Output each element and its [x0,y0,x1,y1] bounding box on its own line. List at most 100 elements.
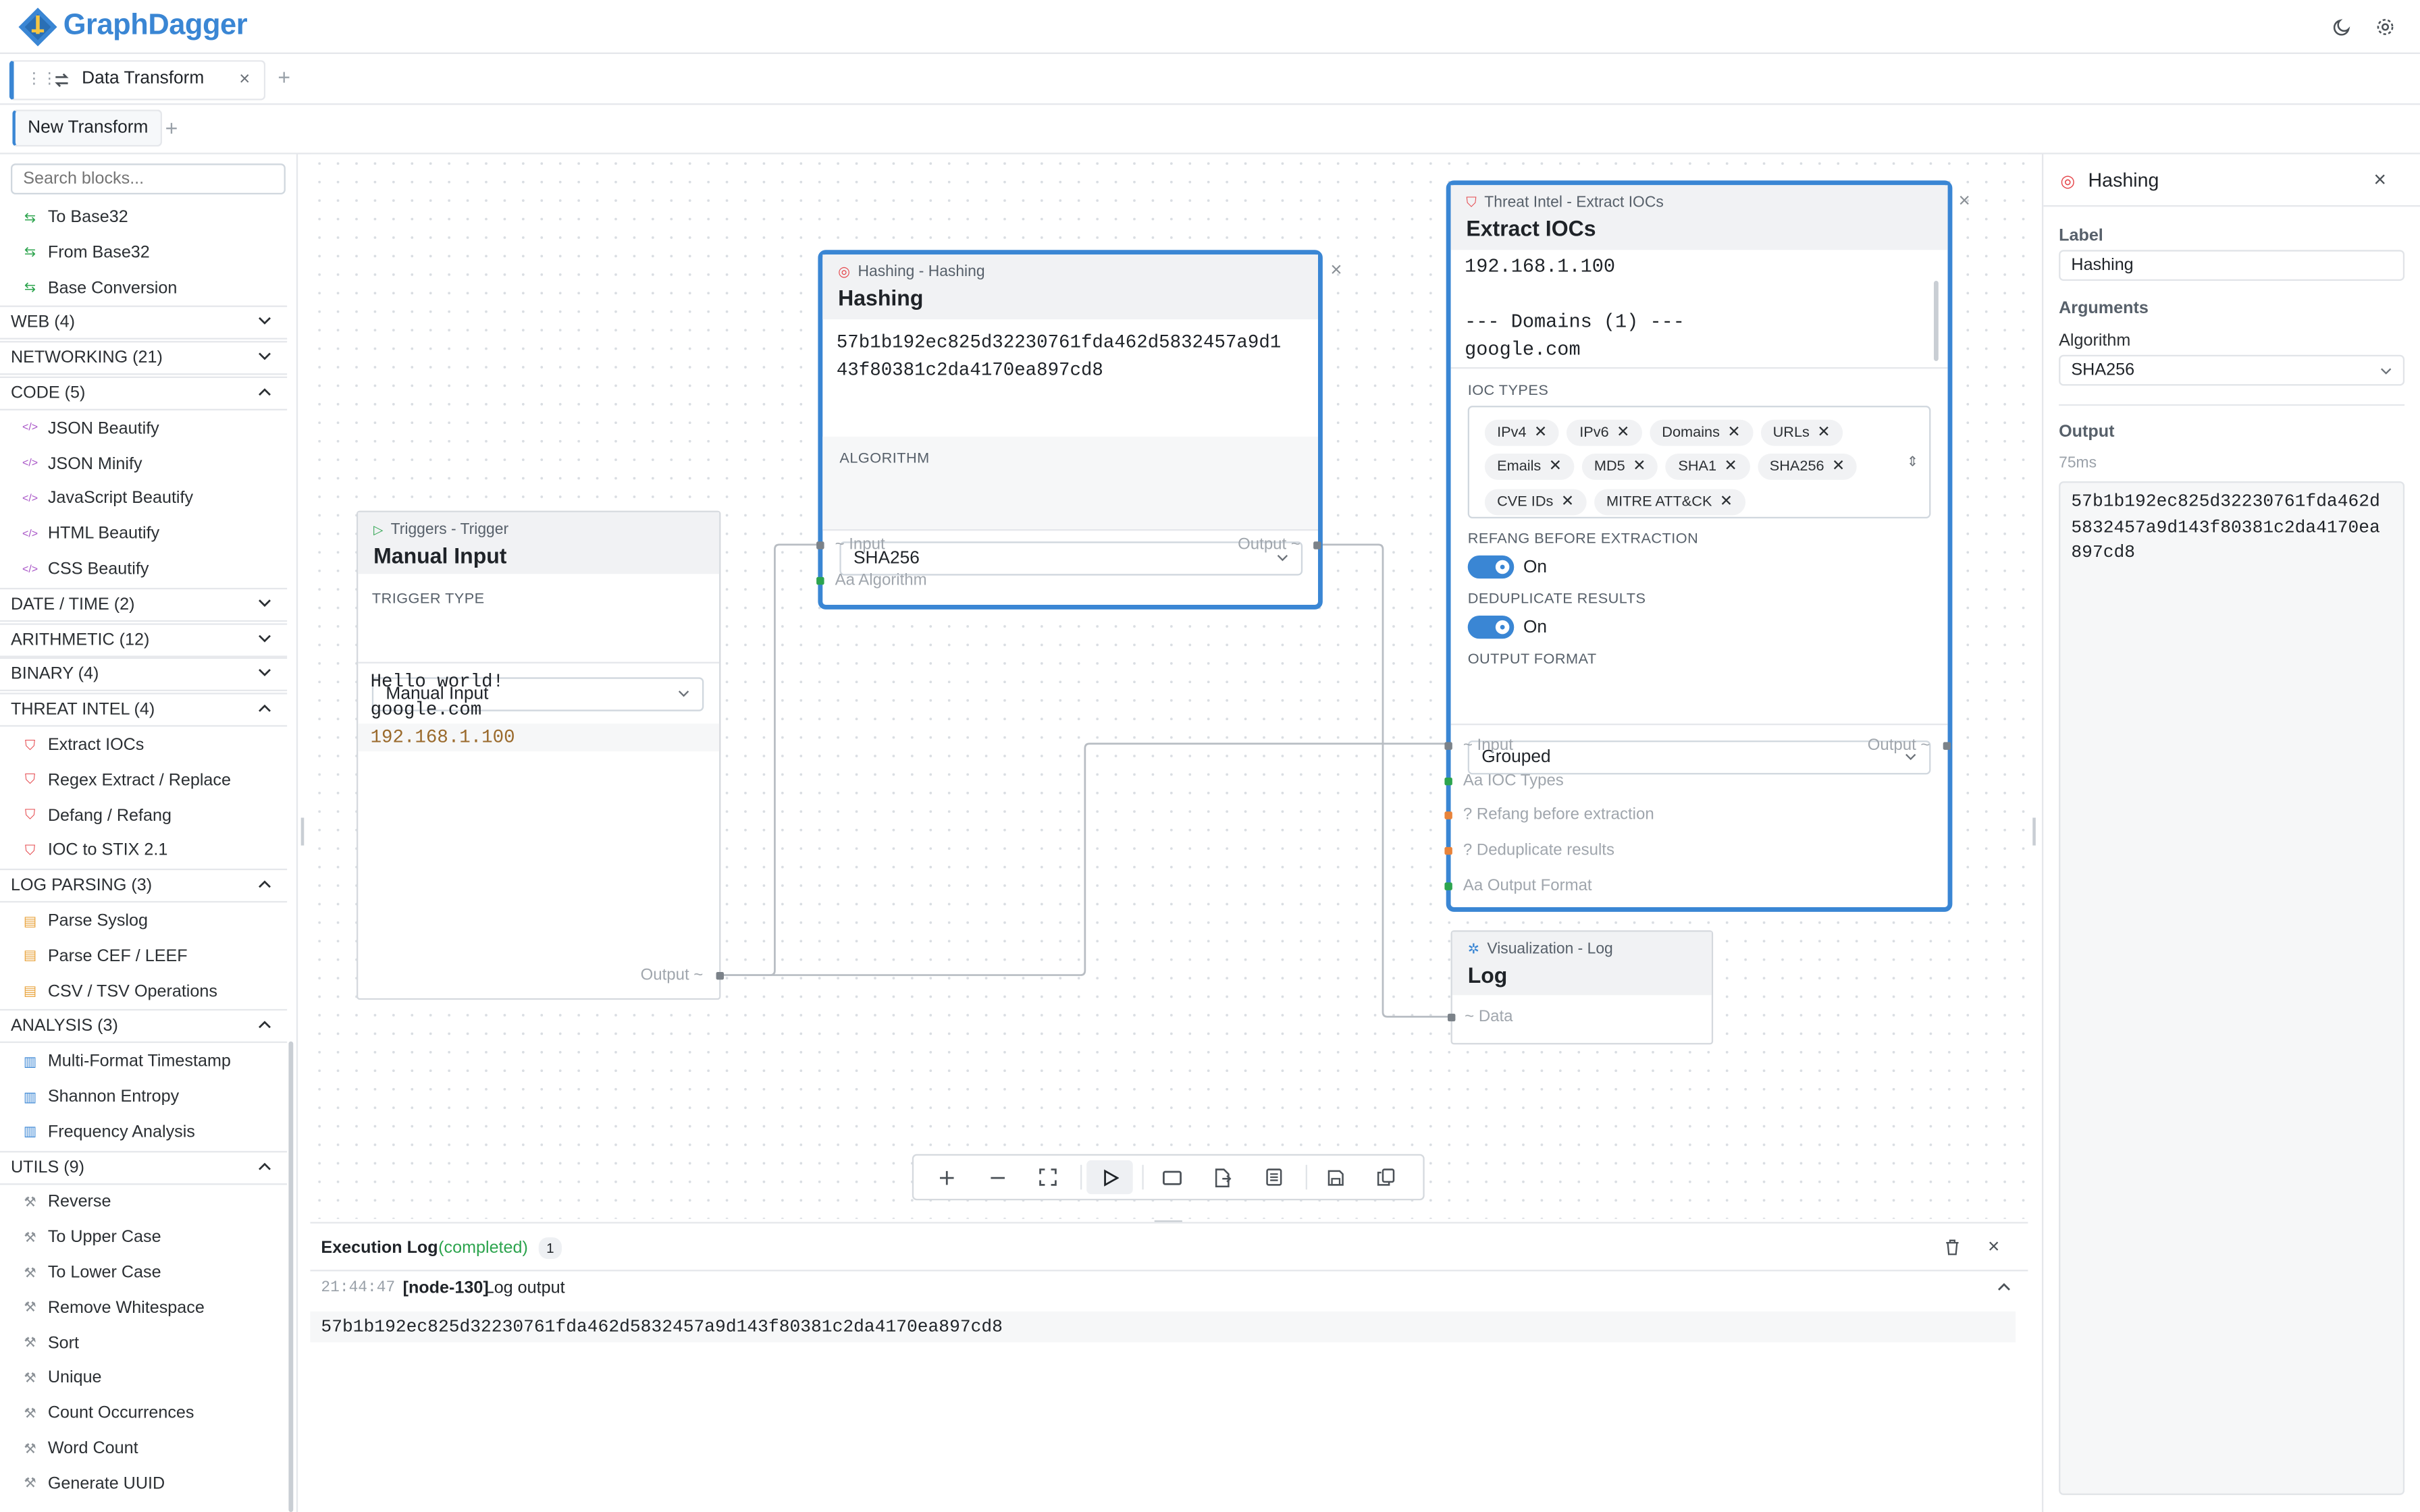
block-item[interactable]: ⚒ Reverse [0,1185,287,1219]
add-transform-button[interactable]: + [165,115,178,140]
block-item[interactable]: </> CSS Beautify [0,552,287,586]
tab-data-transform[interactable]: ⋮⋮ Data Transform × [9,60,266,101]
run-button[interactable] [1086,1160,1133,1195]
remove-chip-icon[interactable]: ✕ [1832,458,1845,475]
block-item[interactable]: ⚒ Word Count [0,1432,287,1465]
ioc-type-chip[interactable]: SHA256 ✕ [1757,454,1858,481]
remove-chip-icon[interactable]: ✕ [1725,458,1737,475]
node-hashing[interactable]: ◎ Hashing - Hashing Hashing 57b1b192ec82… [816,250,1323,610]
remove-chip-icon[interactable]: ✕ [1549,458,1562,475]
block-item[interactable]: ⇆ From Base32 [0,236,287,269]
block-item[interactable]: ▥ Frequency Analysis [0,1115,287,1149]
tab-new-transform[interactable]: New Transform [12,109,162,147]
category-header[interactable]: DATE / TIME (2) [0,587,288,622]
dedup-port-handle[interactable] [1444,846,1452,855]
output-format-port-handle[interactable] [1444,882,1452,890]
block-item[interactable]: ▤ CSV / TSV Operations [0,975,287,1008]
zoom-out-button[interactable] [974,1160,1020,1194]
frame-button[interactable] [1149,1160,1195,1194]
ioc-type-chip[interactable]: URLs ✕ [1760,419,1843,446]
inspector-resize-handle[interactable] [2032,817,2036,846]
block-item[interactable]: ▤ Parse CEF / LEEF [0,940,287,973]
block-item[interactable]: ⚒ Generate UUID [0,1467,287,1501]
remove-chip-icon[interactable]: ✕ [1633,458,1646,475]
ioc-types-port-handle[interactable] [1444,777,1452,786]
save-button[interactable] [1312,1160,1359,1194]
block-item[interactable]: ⛉ Regex Extract / Replace [0,763,287,797]
remove-chip-icon[interactable]: ✕ [1817,424,1830,441]
block-item[interactable]: ⚒ Unique [0,1361,287,1395]
dark-mode-icon[interactable] [2332,17,2352,37]
remove-chip-icon[interactable]: ✕ [1561,493,1574,510]
block-item[interactable]: ⛉ IOC to STIX 2.1 [0,834,287,867]
block-item[interactable]: ⚒ To Lower Case [0,1256,287,1290]
category-header[interactable]: NETWORKING (21) [0,341,288,375]
ioc-type-chip[interactable]: IPv4 ✕ [1484,419,1560,446]
block-item[interactable]: ⚒ Remove Whitespace [0,1291,287,1325]
block-item[interactable]: ⇆ Base Conversion [0,271,287,304]
export-button[interactable] [1199,1160,1246,1194]
refang-port-handle[interactable] [1444,811,1452,819]
input-port-handle[interactable] [816,541,824,549]
block-item[interactable]: ▤ Parse Syslog [0,904,287,938]
block-item[interactable]: ⚒ Count Occurrences [0,1397,287,1430]
block-item[interactable]: </> JavaScript Beautify [0,482,287,516]
flow-canvas[interactable]: ▷ Triggers - Trigger Manual Input TRIGGE… [310,154,2028,1219]
output-port-handle[interactable] [1943,742,1951,750]
block-item[interactable]: ⛉ Extract IOCs [0,728,287,762]
category-header[interactable]: WEB (4) [0,306,288,340]
output-port-handle[interactable] [1313,541,1321,549]
trash-icon[interactable] [1945,1239,1960,1256]
block-item[interactable]: ▥ Shannon Entropy [0,1080,287,1114]
ioc-type-chip[interactable]: MITRE ATT&CK ✕ [1594,488,1745,515]
ioc-types-multiselect[interactable]: IPv4 ✕ IPv6 ✕ Domains ✕ URLs ✕ Emails ✕ MD5 ✕ SHA1 ✕ S… [1467,406,1931,518]
ioc-type-chip[interactable]: CVE IDs ✕ [1484,488,1587,515]
delete-node-icon[interactable]: × [1959,188,1970,211]
notes-button[interactable] [1250,1160,1296,1194]
dedup-toggle[interactable] [1467,615,1515,639]
refang-toggle[interactable] [1467,555,1515,579]
algorithm-select[interactable]: SHA256 [2059,354,2405,386]
algorithm-port-handle[interactable] [816,576,824,585]
settings-gear-icon[interactable] [2375,17,2396,37]
remove-chip-icon[interactable]: ✕ [1616,424,1629,441]
category-header[interactable]: UTILS (9) [0,1150,288,1185]
sidebar-scrollbar[interactable] [288,1041,294,1512]
copy-button[interactable] [1363,1160,1409,1194]
category-header[interactable]: ARITHMETIC (12) [0,622,288,657]
close-tab-icon[interactable]: × [239,68,250,90]
ioc-type-chip[interactable]: SHA1 ✕ [1666,454,1750,481]
block-item[interactable]: </> JSON Minify [0,447,287,481]
log-entry[interactable]: 21:44:47 [node-130] Log output [310,1271,2028,1310]
data-port-handle[interactable] [1447,1013,1456,1022]
category-header[interactable]: BINARY (4) [0,657,288,692]
block-item[interactable]: ▥ Multi-Format Timestamp [0,1045,287,1079]
node-log[interactable]: ✲ Visualization - Log Log ~ Data [1447,930,1714,1045]
delete-node-icon[interactable]: × [1330,258,1342,281]
block-item[interactable]: ⛉ Defang / Refang [0,799,287,832]
input-port-handle[interactable] [1444,742,1452,750]
remove-chip-icon[interactable]: ✕ [1534,424,1547,441]
output-scrollbar[interactable] [1933,280,1939,361]
label-input[interactable]: Hashing [2059,250,2405,281]
category-header[interactable]: LOG PARSING (3) [0,869,288,903]
add-tab-button[interactable]: + [278,65,290,90]
close-inspector-icon[interactable]: × [2373,167,2386,192]
category-header[interactable]: CODE (5) [0,376,288,410]
ioc-type-chip[interactable]: IPv6 ✕ [1567,419,1642,446]
output-port-handle[interactable] [716,971,724,980]
remove-chip-icon[interactable]: ✕ [1720,493,1733,510]
fit-view-button[interactable] [1025,1160,1072,1194]
zoom-in-button[interactable] [923,1160,970,1194]
node-manual-input[interactable]: ▷ Triggers - Trigger Manual Input TRIGGE… [356,510,724,1000]
block-item[interactable]: </> JSON Beautify [0,412,287,446]
block-item[interactable]: ⚒ Sort [0,1326,287,1360]
sidebar-resize-handle[interactable] [300,817,305,846]
output-format-select[interactable]: Grouped [1467,740,1931,775]
block-item[interactable]: </> HTML Beautify [0,517,287,551]
node-extract-iocs[interactable]: ⛉ Threat Intel - Extract IOCs Extract IO… [1444,180,1953,912]
ioc-type-chip[interactable]: Domains ✕ [1649,419,1753,446]
remove-chip-icon[interactable]: ✕ [1727,424,1740,441]
manual-input-content[interactable]: Hello world! google.com 192.168.1.100 [358,668,720,752]
close-panel-icon[interactable]: × [1988,1235,1999,1258]
